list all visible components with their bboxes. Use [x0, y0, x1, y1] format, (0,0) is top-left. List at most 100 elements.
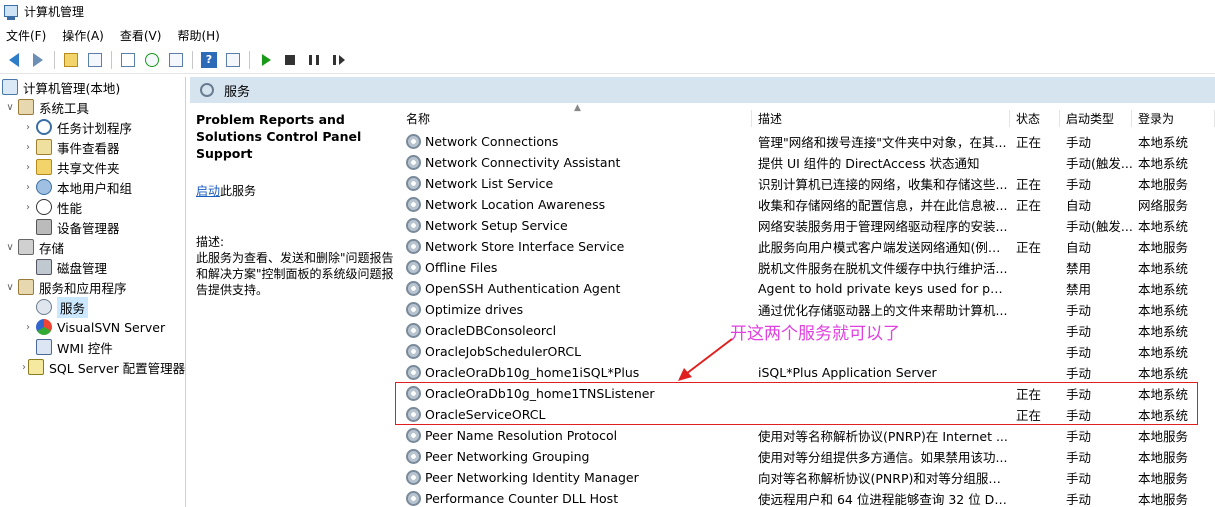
stop-service-button[interactable]	[280, 50, 300, 70]
export-list-button[interactable]	[166, 50, 186, 70]
view-pane-icon	[226, 52, 240, 67]
service-startup-type-cell: 手动	[1066, 450, 1092, 465]
service-row[interactable]: Optimize drives 通过优化存储驱动器上的文件来帮助计算机... 手动 本…	[402, 299, 1215, 320]
service-description-cell: 脱机文件服务在脱机文件缓存中执行维护活...	[758, 261, 1008, 276]
service-row[interactable]: Network Connectivity Assistant 提供 UI 组件的 …	[402, 152, 1215, 173]
service-row[interactable]: Peer Networking Identity Manager 向对等名称解析协…	[402, 467, 1215, 488]
refresh-button[interactable]	[142, 50, 162, 70]
service-row[interactable]: OpenSSH Authentication Agent Agent to hol…	[402, 278, 1215, 299]
service-row[interactable]: Performance Counter DLL Host 使远程用户和 64 位进…	[402, 488, 1215, 507]
service-name-cell: Network List Service	[402, 176, 752, 191]
tree-node[interactable]: › 本地用户和组	[0, 177, 185, 197]
tree-node[interactable]: › 性能	[0, 197, 185, 217]
tree-expander-icon[interactable]: ∨	[4, 282, 16, 293]
tree-expander-icon[interactable]: ›	[22, 202, 34, 213]
service-row[interactable]: Network Location Awareness 收集和存储网络的配置信息，并…	[402, 194, 1215, 215]
tree-expander-icon[interactable]: ›	[22, 362, 26, 373]
service-startup-type-cell: 手动	[1066, 303, 1092, 318]
service-logon-as-cell: 本地服务	[1138, 177, 1189, 192]
tree-node[interactable]: 计算机管理(本地)	[0, 77, 185, 97]
pause-service-button[interactable]	[304, 50, 324, 70]
service-name: OracleJobSchedulerORCL	[425, 344, 582, 359]
start-service-button[interactable]	[256, 50, 276, 70]
tree-node[interactable]: WMI 控件	[0, 337, 185, 357]
service-row[interactable]: OracleJobSchedulerORCL 手动 本地系统	[402, 341, 1215, 362]
service-status-cell: 正在	[1016, 240, 1042, 255]
tree-node[interactable]: 磁盘管理	[0, 257, 185, 277]
tree-node[interactable]: › 共享文件夹	[0, 157, 185, 177]
column-header-status[interactable]: 状态	[1010, 110, 1060, 127]
menu-action[interactable]: 操作(A)	[62, 27, 104, 44]
start-service-link[interactable]: 启动	[196, 184, 220, 198]
service-gear-icon	[406, 302, 421, 317]
service-logon-as-cell: 本地服务	[1138, 471, 1189, 486]
tree-node[interactable]: ∨ 系统工具	[0, 97, 185, 117]
tree-expander-icon[interactable]: ∨	[4, 102, 16, 113]
tree-node[interactable]: › 任务计划程序	[0, 117, 185, 137]
menu-file[interactable]: 文件(F)	[6, 27, 46, 44]
tree-node[interactable]: › 事件查看器	[0, 137, 185, 157]
menu-view[interactable]: 查看(V)	[120, 27, 162, 44]
service-row[interactable]: Network List Service 识别计算机已连接的网络，收集和存储这些.…	[402, 173, 1215, 194]
forward-button[interactable]	[28, 50, 48, 70]
computer-management-icon	[4, 5, 18, 20]
tree-node-label: 本地用户和组	[57, 180, 133, 196]
help-button[interactable]: ?	[199, 50, 219, 70]
service-gear-icon	[406, 281, 421, 296]
tree-node[interactable]: › VisualSVN Server	[0, 317, 185, 337]
tree-node-label: 设备管理器	[57, 220, 120, 236]
resume-icon	[333, 54, 345, 65]
tree-expander-icon[interactable]: ›	[22, 142, 34, 153]
service-row[interactable]: Network Setup Service 网络安装服务用于管理网络驱动程序的安装…	[402, 215, 1215, 236]
service-logon-as-cell: 本地服务	[1138, 240, 1189, 255]
toolbar: ?	[0, 46, 1215, 74]
service-name: Peer Networking Identity Manager	[425, 470, 639, 485]
show-hide-tree-button[interactable]	[85, 50, 105, 70]
tree-node[interactable]: 设备管理器	[0, 217, 185, 237]
service-description-cell: 网络安装服务用于管理网络驱动程序的安装...	[758, 219, 1008, 234]
annotation-arrow-icon	[678, 338, 733, 381]
service-gear-icon	[406, 218, 421, 233]
service-gear-icon	[406, 470, 421, 485]
tree-expander-icon[interactable]: ›	[22, 322, 34, 333]
storage-icon	[18, 239, 34, 255]
column-header-description[interactable]: 描述	[752, 110, 1010, 127]
view-pane-button[interactable]	[223, 50, 243, 70]
column-header-logon-as[interactable]: 登录为	[1132, 110, 1215, 127]
tree-node[interactable]: ∨ 服务和应用程序	[0, 277, 185, 297]
service-gear-icon	[406, 344, 421, 359]
console-tree-icon	[88, 52, 102, 67]
column-header-startup-type[interactable]: 启动类型	[1060, 110, 1132, 127]
export-icon	[169, 52, 183, 67]
list-header: ▲ 名称 描述 状态 启动类型 登录为	[402, 101, 1215, 131]
tree-node[interactable]: ∨ 存储	[0, 237, 185, 257]
tree-expander-icon[interactable]: ›	[22, 182, 34, 193]
tree-expander-icon[interactable]: ›	[22, 122, 34, 133]
service-description-cell: 此服务向用户模式客户端发送网络通知(例如...	[758, 240, 1010, 255]
service-description-pane: Problem Reports and Solutions Control Pa…	[196, 111, 396, 298]
toolbar-separator	[192, 50, 193, 69]
service-status-cell: 正在	[1016, 177, 1042, 192]
properties-button[interactable]	[118, 50, 138, 70]
menu-help[interactable]: 帮助(H)	[177, 27, 219, 44]
wmi-icon	[36, 339, 52, 355]
service-row[interactable]: Peer Name Resolution Protocol 使用对等名称解析协议(…	[402, 425, 1215, 446]
tree-node[interactable]: › SQL Server 配置管理器	[0, 357, 185, 377]
up-folder-button[interactable]	[61, 50, 81, 70]
refresh-icon	[145, 52, 159, 67]
service-row[interactable]: Offline Files 脱机文件服务在脱机文件缓存中执行维护活... 禁用 本地系…	[402, 257, 1215, 278]
service-startup-type-cell: 手动(触发...	[1066, 156, 1132, 171]
service-row[interactable]: Network Store Interface Service 此服务向用户模式客…	[402, 236, 1215, 257]
annotation-text: 开这两个服务就可以了	[730, 324, 900, 344]
service-gear-icon	[406, 491, 421, 506]
tree-expander-icon[interactable]: ∨	[4, 242, 16, 253]
resume-service-button[interactable]	[328, 50, 348, 70]
service-row[interactable]: OracleOraDb10g_home1iSQL*Plus iSQL*Plus A…	[402, 362, 1215, 383]
service-row[interactable]: Peer Networking Grouping 使用对等分组提供多方通信。如果禁…	[402, 446, 1215, 467]
visualsvn-icon	[36, 319, 52, 335]
tree-expander-icon[interactable]: ›	[22, 162, 34, 173]
toolbar-separator	[111, 50, 112, 69]
back-button[interactable]	[4, 50, 24, 70]
tree-node[interactable]: 服务	[0, 296, 185, 318]
service-row[interactable]: Network Connections 管理"网络和拨号连接"文件夹中对象，在其.…	[402, 131, 1215, 152]
